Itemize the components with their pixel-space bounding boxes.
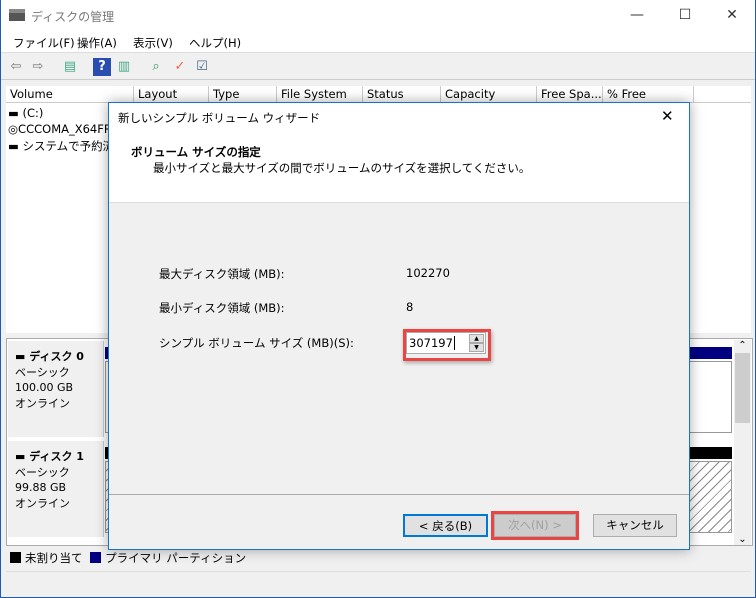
divider: [109, 494, 689, 495]
unallocated-swatch: [10, 552, 21, 563]
status-bar: [6, 571, 751, 593]
properties-icon[interactable]: ☑: [193, 58, 211, 76]
drive-icon: ▬: [8, 106, 23, 120]
list-item[interactable]: ▬ システムで予約済: [8, 138, 114, 154]
min-disk-space-label: 最小ディスク領域 (MB):: [159, 301, 285, 315]
column-status[interactable]: Status: [363, 86, 441, 103]
close-button[interactable]: ✕: [709, 0, 755, 31]
volume-list-header: Volume Layout Type File System Status Ca…: [6, 86, 751, 103]
back-button[interactable]: < 戻る(B): [403, 514, 488, 537]
column-type[interactable]: Type: [209, 86, 277, 103]
scroll-up-icon[interactable]: ⌃: [734, 340, 751, 351]
minimize-button[interactable]: —: [614, 0, 660, 31]
column-capacity[interactable]: Capacity: [441, 86, 537, 103]
column-volume[interactable]: Volume: [6, 86, 134, 103]
dialog-title-bar: 新しいシンプル ボリューム ウィザード ✕: [109, 103, 689, 131]
dialog-title: 新しいシンプル ボリューム ウィザード: [118, 111, 321, 125]
cancel-button[interactable]: キャンセル: [593, 514, 677, 537]
back-icon[interactable]: ⇦: [7, 58, 25, 76]
menu-action[interactable]: 操作(A): [77, 35, 117, 51]
disk-management-icon: [9, 9, 25, 21]
min-disk-space-value: 8: [406, 300, 414, 314]
step-description: 最小サイズと最大サイズの間でボリュームのサイズを選択してください。: [153, 161, 531, 175]
menu-help[interactable]: ヘルプ(H): [189, 35, 241, 51]
disk-0-label[interactable]: ▬ ディスク 0 ベーシック 100.00 GB オンライン: [8, 341, 104, 437]
primary-partition-swatch: [90, 552, 102, 563]
column-layout[interactable]: Layout: [134, 86, 209, 103]
action-pane-icon[interactable]: ▥: [115, 58, 133, 76]
menu-bar: ファイル(F) 操作(A) 表示(V) ヘルプ(H): [1, 31, 755, 53]
disk-icon: ▬: [15, 450, 30, 463]
disk-icon: ▬: [15, 350, 30, 363]
list-item[interactable]: ◎CCCOMA_X64FR: [8, 122, 112, 136]
window-title: ディスクの管理: [31, 10, 115, 24]
check-icon[interactable]: ✓: [171, 58, 189, 76]
dialog-header: ボリューム サイズの指定 最小サイズと最大サイズの間でボリュームのサイズを選択し…: [109, 131, 689, 203]
title-bar: ディスクの管理 — ☐ ✕: [1, 0, 755, 31]
forward-icon[interactable]: ⇨: [29, 58, 47, 76]
list-item[interactable]: ▬ (C:): [8, 106, 43, 120]
cd-drive-icon: ◎: [8, 122, 19, 136]
column-percent-free[interactable]: % Free: [603, 86, 694, 103]
console-tree-icon[interactable]: ▤: [61, 58, 79, 76]
scroll-thumb[interactable]: [735, 353, 750, 423]
highlight-size-input: [403, 329, 491, 361]
legend: 未割り当て プライマリ パーティション: [6, 550, 751, 570]
connect-icon[interactable]: ⌕: [147, 58, 165, 76]
volume-size-label: シンプル ボリューム サイズ (MB)(S):: [159, 336, 354, 350]
maximize-button[interactable]: ☐: [662, 0, 708, 31]
new-simple-volume-wizard-dialog: 新しいシンプル ボリューム ウィザード ✕ ボリューム サイズの指定 最小サイズ…: [108, 102, 690, 550]
drive-icon: ▬: [8, 139, 23, 153]
max-disk-space-value: 102270: [406, 266, 450, 280]
vertical-scrollbar[interactable]: ⌃ ⌄: [734, 340, 751, 545]
disk-1-label[interactable]: ▬ ディスク 1 ベーシック 99.88 GB オンライン: [8, 441, 104, 537]
menu-view[interactable]: 表示(V): [133, 35, 173, 51]
scroll-down-icon[interactable]: ⌄: [734, 534, 751, 545]
step-heading: ボリューム サイズの指定: [131, 145, 261, 159]
menu-file[interactable]: ファイル(F): [13, 35, 75, 51]
max-disk-space-label: 最大ディスク領域 (MB):: [159, 267, 285, 281]
help-icon[interactable]: ?: [93, 58, 111, 76]
next-button[interactable]: 次へ(N) >: [494, 514, 576, 537]
dialog-close-button[interactable]: ✕: [661, 107, 674, 125]
column-file-system[interactable]: File System: [277, 86, 363, 103]
column-free-space[interactable]: Free Spa...: [537, 86, 603, 103]
toolbar: ⇦ ⇨ ▤ ? ▥ ⌕ ✓ ☑: [1, 54, 755, 80]
